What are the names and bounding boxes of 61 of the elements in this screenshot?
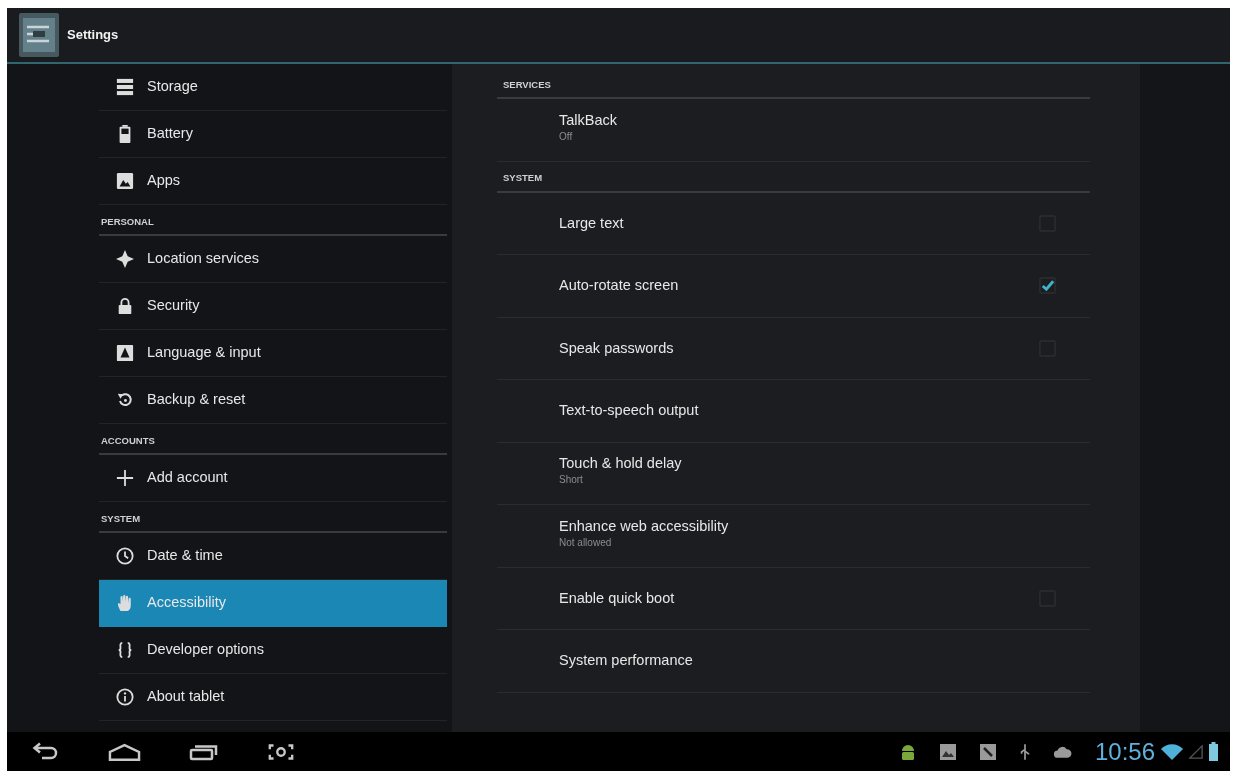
setting-title: Large text xyxy=(559,213,624,233)
stacked-bars-icon xyxy=(116,78,134,96)
setting-row[interactable]: TalkBack Off xyxy=(497,99,1090,162)
sidebar-item[interactable]: Storage xyxy=(99,64,447,111)
setting-title: Speak passwords xyxy=(559,338,674,358)
section-header: SERVICES xyxy=(497,64,1090,99)
padlock-icon xyxy=(116,297,134,315)
setting-row[interactable]: Touch & hold delay Short xyxy=(497,442,1090,505)
setting-title: Auto-rotate screen xyxy=(559,276,679,296)
image-icon xyxy=(116,172,134,190)
sidebar-item[interactable]: Language & input xyxy=(99,330,447,377)
section-header: ACCOUNTS xyxy=(99,424,447,455)
app-tile-icon[interactable] xyxy=(19,13,59,57)
setting-row[interactable]: Text-to-speech output xyxy=(497,380,1090,443)
setting-title: Enhance web accessibility xyxy=(559,516,729,536)
action-bar-title: Settings xyxy=(67,26,119,45)
setting-title: TalkBack xyxy=(559,110,618,130)
setting-title: Touch & hold delay xyxy=(559,454,682,474)
sidebar-item[interactable]: Location services xyxy=(99,236,447,283)
image-icon xyxy=(938,742,957,761)
setting-title: Text-to-speech output xyxy=(559,401,699,421)
sidebar-item[interactable]: Backup & reset xyxy=(99,377,447,424)
setting-title: Enable quick boot xyxy=(559,588,675,608)
wifi-icon xyxy=(1161,743,1183,760)
screenshot-icon[interactable] xyxy=(267,741,295,762)
plus-icon xyxy=(116,469,134,487)
setting-summary: Short xyxy=(559,473,584,487)
sidebar-item[interactable]: Add account xyxy=(99,455,447,502)
checkbox[interactable] xyxy=(1039,277,1056,295)
sidebar-item[interactable]: Security xyxy=(99,283,447,330)
hand-icon xyxy=(116,594,134,612)
setting-row[interactable]: System performance xyxy=(497,630,1090,693)
sidebar-item[interactable]: About tablet xyxy=(99,674,447,721)
home-icon[interactable] xyxy=(108,741,141,762)
sidebar-item[interactable]: Developer options xyxy=(99,627,447,674)
status-time: 10:56 xyxy=(1094,739,1155,764)
back-icon[interactable] xyxy=(30,741,60,762)
setting-row[interactable]: Large text xyxy=(497,192,1090,255)
section-header: SYSTEM xyxy=(99,502,447,533)
square-slash-icon xyxy=(978,742,997,761)
info-icon xyxy=(116,688,134,706)
setting-row[interactable]: Enable quick boot xyxy=(497,567,1090,630)
triangle-tile-icon xyxy=(116,344,134,362)
braces-icon xyxy=(116,641,134,659)
setting-summary: Off xyxy=(559,129,574,143)
section-header: SYSTEM xyxy=(497,161,1090,193)
battery-icon xyxy=(1209,742,1218,761)
setting-row[interactable]: Enhance web accessibility Not allowed xyxy=(497,505,1090,568)
circular-arrow-icon xyxy=(116,391,134,409)
four-point-star-icon xyxy=(116,250,134,268)
signal-icon xyxy=(1189,744,1203,759)
setting-row[interactable]: Auto-rotate screen xyxy=(497,255,1090,318)
clock-icon xyxy=(116,547,134,565)
setting-summary: Not allowed xyxy=(559,535,613,549)
sidebar-item[interactable]: Apps xyxy=(99,158,447,205)
cloud-icon xyxy=(1052,744,1073,759)
section-header: PERSONAL xyxy=(99,205,447,236)
setting-row[interactable]: Speak passwords xyxy=(497,317,1090,380)
usb-icon xyxy=(1018,742,1031,761)
setting-title: System performance xyxy=(559,651,693,671)
sidebar-item[interactable]: Battery xyxy=(99,111,447,158)
